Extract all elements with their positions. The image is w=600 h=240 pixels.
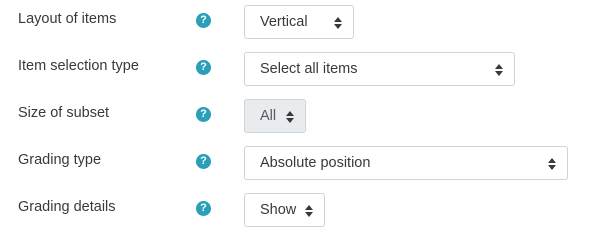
- field-label-grading-type: Grading type: [18, 152, 102, 168]
- field-label-item-selection-type: Item selection type: [18, 58, 139, 74]
- size-of-subset-value: All: [260, 108, 277, 124]
- sort-caret-icon: [334, 17, 342, 29]
- grading-details-value: Show: [260, 202, 297, 218]
- field-label-layout-of-items: Layout of items: [18, 11, 117, 27]
- field-layout-of-items: Layout of items ? Vertical: [0, 5, 600, 50]
- field-item-selection-type: Item selection type ? Select all items: [0, 52, 600, 97]
- size-of-subset-select: All: [244, 99, 306, 133]
- question-circle-icon[interactable]: ?: [196, 13, 211, 28]
- question-circle-icon[interactable]: ?: [196, 201, 211, 216]
- question-circle-icon[interactable]: ?: [196, 60, 211, 75]
- sort-caret-icon: [495, 64, 503, 76]
- field-size-of-subset: Size of subset ? All: [0, 99, 600, 144]
- sort-caret-icon: [286, 111, 294, 123]
- item-selection-type-select[interactable]: Select all items: [244, 52, 515, 86]
- field-label-grading-details: Grading details: [18, 199, 116, 215]
- question-circle-icon[interactable]: ?: [196, 154, 211, 169]
- field-grading-type: Grading type ? Absolute position: [0, 146, 600, 191]
- grading-type-select[interactable]: Absolute position: [244, 146, 568, 180]
- sort-caret-icon: [305, 205, 313, 217]
- question-circle-icon[interactable]: ?: [196, 107, 211, 122]
- grading-details-select[interactable]: Show: [244, 193, 325, 227]
- grading-type-value: Absolute position: [260, 155, 371, 171]
- field-label-size-of-subset: Size of subset: [18, 105, 110, 121]
- layout-of-items-select[interactable]: Vertical: [244, 5, 354, 39]
- field-grading-details: Grading details ? Show: [0, 193, 600, 238]
- item-selection-type-value: Select all items: [260, 61, 358, 77]
- sort-caret-icon: [548, 158, 556, 170]
- layout-of-items-value: Vertical: [260, 14, 308, 30]
